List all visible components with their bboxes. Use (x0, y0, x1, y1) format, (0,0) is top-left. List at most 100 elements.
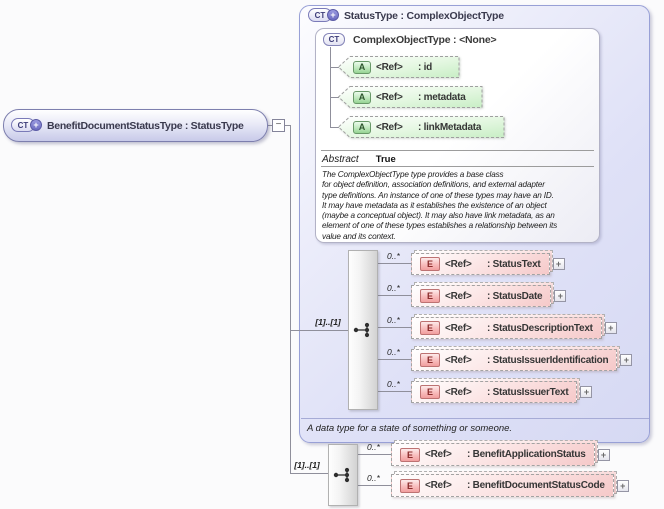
connector-line (290, 473, 328, 474)
connector-line (358, 485, 391, 486)
collapse-button[interactable]: − (272, 119, 285, 132)
attribute-name: : linkMetadata (418, 121, 482, 133)
occurrence-label: 0..* (367, 473, 380, 483)
attribute-ref: <Ref> (376, 121, 403, 133)
connector-line (330, 47, 331, 128)
abstract-row: Abstract True (322, 154, 396, 165)
attribute-content: A <Ref> : linkMetadata (338, 116, 505, 138)
element-row-statustext: E <Ref> : StatusText + (411, 250, 565, 275)
connector-line (378, 359, 411, 360)
element-name: : StatusText (487, 258, 541, 270)
element-icon: E (400, 478, 420, 493)
root-element-label: BenefitDocumentStatusType : StatusType (47, 119, 244, 132)
ct-plus-badge: + (327, 9, 339, 21)
element-icon: E (420, 257, 440, 271)
expand-button[interactable]: + (580, 386, 593, 398)
expand-button[interactable]: + (620, 354, 633, 366)
connector-line (358, 454, 391, 455)
element-row-benefitapplicationstatus: E <Ref> : BenefitApplicationStatus + (391, 440, 610, 466)
type-footnote: A data type for a state of something or … (307, 423, 513, 434)
element-ref: <Ref> (445, 258, 472, 270)
element-name: : BenefitDocumentStatusCode (467, 480, 605, 491)
element-ref: <Ref> (425, 449, 452, 460)
element-box[interactable]: E <Ref> : BenefitDocumentStatusCode (391, 474, 614, 497)
element-name: : StatusIssuerText (487, 386, 569, 398)
element-stack: E <Ref> : StatusText (411, 250, 552, 275)
attribute-ref: <Ref> (376, 61, 403, 73)
attribute-box-linkmetadata[interactable]: A <Ref> : linkMetadata (338, 116, 505, 138)
element-row-statusdescriptiontext: E <Ref> : StatusDescriptionText + (411, 314, 617, 339)
element-icon: E (420, 321, 440, 335)
ct-plus-badge: + (30, 119, 42, 131)
element-row-statusdate: E <Ref> : StatusDate + (411, 282, 567, 307)
element-icon: E (420, 289, 440, 303)
expand-button[interactable]: + (597, 448, 610, 461)
element-row-statusissueridentification: E <Ref> : StatusIssuerIdentification + (411, 346, 633, 371)
sequence-compositor[interactable] (348, 250, 378, 410)
element-icon: E (420, 385, 440, 399)
element-row-benefitdocumentstatuscode: E <Ref> : BenefitDocumentStatusCode + (391, 471, 629, 497)
element-ref: <Ref> (425, 480, 452, 491)
element-icon: E (400, 447, 420, 462)
element-stack: E <Ref> : StatusDate (411, 282, 555, 307)
element-icon: E (420, 353, 440, 367)
attribute-name: : id (418, 61, 432, 73)
element-ref: <Ref> (445, 386, 472, 398)
element-name: : StatusDescriptionText (487, 322, 593, 334)
connector-line (378, 391, 411, 392)
complex-type-icon: CT + (308, 8, 339, 23)
expand-button[interactable]: + (604, 322, 617, 334)
abstract-label: Abstract (322, 154, 359, 165)
connector-line (290, 330, 348, 331)
element-box[interactable]: E <Ref> : StatusDescriptionText (411, 317, 602, 339)
element-ref: <Ref> (445, 290, 472, 302)
expand-button[interactable]: + (616, 479, 629, 492)
connector-line (290, 125, 291, 474)
separator (321, 150, 594, 151)
cardinality-label: [1]..[1] (294, 460, 320, 470)
attribute-name: : metadata (418, 91, 466, 103)
separator (321, 166, 594, 167)
sequence-icon (333, 467, 350, 483)
attribute-icon: A (353, 60, 371, 74)
element-ref: <Ref> (445, 354, 472, 366)
element-box[interactable]: E <Ref> : BenefitApplicationStatus (391, 443, 595, 466)
expand-button[interactable]: + (554, 290, 567, 302)
attribute-content: A <Ref> : id (338, 56, 460, 78)
status-type-title: StatusType : ComplexObjectType (344, 9, 504, 22)
element-box[interactable]: E <Ref> : StatusDate (411, 285, 552, 307)
element-box[interactable]: E <Ref> : StatusIssuerText (411, 381, 578, 403)
connector-line (378, 295, 411, 296)
abstract-value: True (375, 154, 396, 165)
occurrence-label: 0..* (387, 315, 400, 325)
occurrence-label: 0..* (387, 379, 400, 389)
element-stack: E <Ref> : StatusIssuerIdentification (411, 346, 621, 371)
root-element-box[interactable]: CT + BenefitDocumentStatusType : StatusT… (3, 109, 268, 142)
attribute-box-metadata[interactable]: A <Ref> : metadata (338, 86, 483, 108)
element-name: : StatusIssuerIdentification (487, 354, 609, 366)
sequence-compositor[interactable] (328, 444, 358, 506)
xsd-diagram-canvas: CT + StatusType : ComplexObjectType CT C… (0, 0, 664, 509)
complex-object-type-title: ComplexObjectType : <None> (353, 33, 497, 46)
attribute-box-id[interactable]: A <Ref> : id (338, 56, 460, 78)
element-box[interactable]: E <Ref> : StatusText (411, 253, 550, 275)
attribute-icon: A (353, 120, 371, 134)
complex-object-type-header: CT ComplexObjectType : <None> (323, 33, 497, 46)
expand-button[interactable]: + (552, 258, 565, 270)
complex-type-icon: CT (323, 33, 345, 46)
element-stack: E <Ref> : StatusDescriptionText (411, 314, 605, 339)
element-ref: <Ref> (445, 322, 472, 334)
element-box[interactable]: E <Ref> : StatusIssuerIdentification (411, 349, 618, 371)
attribute-icon: A (353, 90, 371, 104)
element-stack: E <Ref> : BenefitDocumentStatusCode (391, 471, 617, 497)
element-stack: E <Ref> : BenefitApplicationStatus (391, 440, 598, 466)
element-name: : BenefitApplicationStatus (467, 449, 586, 460)
connector-line (378, 327, 411, 328)
type-description: The ComplexObjectType type provides a ba… (322, 170, 558, 241)
element-name: : StatusDate (487, 290, 543, 302)
occurrence-label: 0..* (387, 347, 400, 357)
complex-type-icon: CT + (11, 118, 42, 133)
connector-line (378, 263, 411, 264)
attribute-content: A <Ref> : metadata (338, 86, 483, 108)
attribute-ref: <Ref> (376, 91, 403, 103)
